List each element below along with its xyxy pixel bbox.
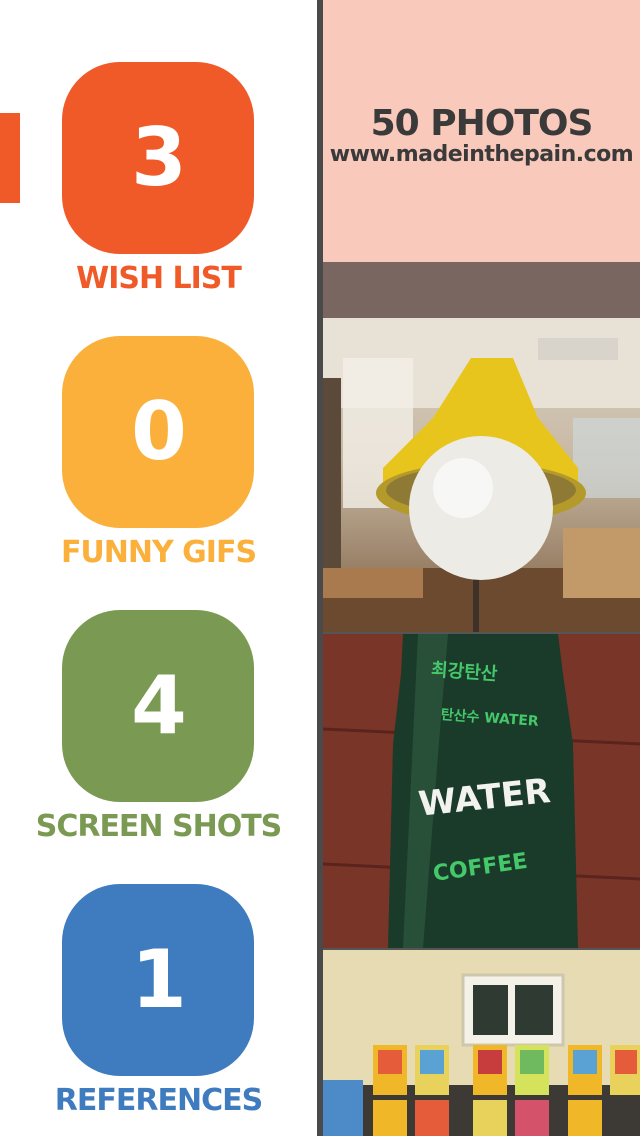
album-references[interactable]: 1 REFERENCES [0, 822, 317, 1116]
bottle-photo-image: 최강탄산 탄산수 WATER WATER COFFEE [323, 634, 640, 948]
photo-count: 50 PHOTOS [370, 102, 594, 144]
album-count-tile: 1 [62, 884, 254, 1076]
album-count: 0 [131, 385, 187, 478]
album-label: REFERENCES [54, 1083, 263, 1118]
album-count-tile: 3 [62, 62, 254, 254]
album-count: 1 [131, 933, 187, 1026]
album-screen-shots[interactable]: 4 SCREEN SHOTS [0, 548, 317, 842]
shelves-photo[interactable] [323, 950, 640, 1136]
shelves-photo-image [323, 950, 640, 1136]
album-header-card: 50 PHOTOS www.madeinthepain.com [323, 0, 640, 262]
bottle-photo[interactable]: 최강탄산 탄산수 WATER WATER COFFEE [323, 634, 640, 948]
album-wish-list[interactable]: 3 WISH LIST [0, 0, 317, 294]
album-count-tile: 0 [62, 336, 254, 528]
lamp-photo-image [323, 318, 640, 632]
header-band [323, 262, 640, 318]
album-count: 3 [131, 111, 187, 204]
album-count-tile: 4 [62, 610, 254, 802]
album-list: 3 WISH LIST 0 FUNNY GIFS 4 SCREEN SHOTS … [0, 0, 317, 1136]
lamp-photo[interactable] [323, 318, 640, 632]
photo-feed[interactable]: 50 PHOTOS www.madeinthepain.com 최강탄산 탄산수… [323, 0, 640, 1136]
album-count: 4 [131, 659, 187, 752]
site-url[interactable]: www.madeinthepain.com [327, 142, 637, 167]
album-funny-gifs[interactable]: 0 FUNNY GIFS [0, 274, 317, 568]
